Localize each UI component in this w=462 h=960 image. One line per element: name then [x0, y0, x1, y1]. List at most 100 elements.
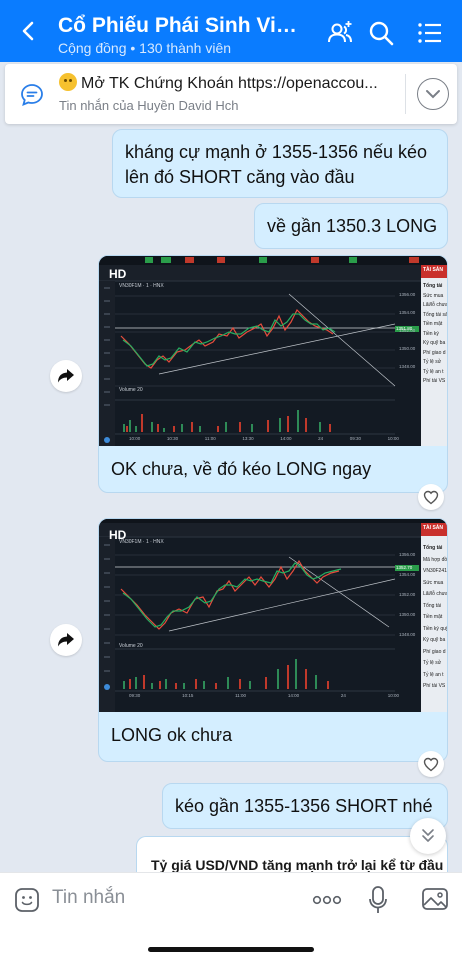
account-row: Ký quỹ ba	[423, 637, 446, 643]
y-tick: 1348.00	[399, 632, 416, 637]
x-tick: 14:00	[280, 436, 292, 441]
preview-title: Tỷ giá USD/VND tăng mạnh trở lại kể từ đ…	[151, 857, 444, 873]
account-row: Phí giao d	[423, 349, 446, 356]
x-tick: 14:00	[287, 693, 300, 698]
more-options-icon[interactable]	[312, 887, 342, 913]
y-tick: 1354.00	[399, 310, 416, 315]
y-tick: 1352.00	[399, 592, 416, 597]
y-tick: 1350.00	[399, 346, 416, 351]
y-axis: 1356.00 1354.00 1352.00 1350.00 1348.00	[399, 286, 421, 376]
message-bubble[interactable]: kháng cự mạnh ở 1355-1356 nếu kéo lên đó…	[112, 129, 448, 198]
react-button[interactable]	[418, 751, 444, 777]
x-tick: 10:30	[166, 436, 179, 441]
image-caption: LONG ok chưa	[111, 725, 233, 745]
y-tick: 1350.00	[399, 612, 416, 617]
chevron-down-icon	[426, 90, 440, 99]
account-row: Tỷ lệ sử	[423, 359, 442, 365]
pinned-message[interactable]: Mở TK Chứng Khoán https://openaccou... T…	[5, 64, 457, 124]
account-row: Sức mua	[423, 579, 444, 586]
y-axis: 1356.00 1354.00 1352.00 1350.00 1348.00	[399, 545, 421, 645]
x-tick: 24	[318, 436, 324, 441]
x-tick: 09:30	[349, 436, 362, 441]
group-title[interactable]: Cổ Phiếu Phái Sinh Vippro...	[58, 14, 308, 38]
x-tick: 11:00	[204, 436, 216, 441]
account-row: Ký quỹ ba	[423, 340, 446, 346]
chart-screenshot[interactable]: HD VN30F1M · 1 · HNX TÀI SẢN Tổng tài Mã…	[99, 519, 448, 712]
chart-image	[99, 519, 447, 712]
account-row: Tiền mặt	[423, 321, 443, 327]
account-row: Tổng tài	[423, 283, 443, 289]
chart-symbol: VN30F1M · 1 · HNX	[119, 539, 164, 545]
x-tick: 10:00	[387, 693, 399, 698]
react-button[interactable]	[418, 484, 444, 510]
account-row: Tiền ký	[423, 330, 439, 337]
image-gallery-icon[interactable]	[421, 886, 449, 912]
message-composer: Tin nhắn	[0, 872, 462, 960]
account-row: Phí giao d	[423, 648, 446, 655]
search-icon[interactable]	[367, 19, 395, 47]
chart-symbol: VN30F1M · 1 · HNX	[119, 283, 164, 289]
pinned-sender: Tin nhắn của Huyền David Hch	[59, 98, 239, 113]
account-row: VN30F241	[423, 568, 447, 574]
message-bubble[interactable]: kéo gần 1355-1356 SHORT nhé	[162, 783, 448, 829]
account-panel: Tổng tài Mã hợp đồ VN30F241 Sức mua Lãi/…	[423, 543, 448, 693]
back-arrow-icon[interactable]	[18, 20, 40, 42]
account-row: Sức mua	[423, 292, 444, 299]
account-row: Tổng tài	[423, 545, 443, 551]
x-tick: 09:30	[129, 693, 141, 698]
double-chevron-down-icon	[422, 829, 434, 842]
forward-button[interactable]	[50, 360, 82, 392]
account-row: Phí tài VS	[423, 378, 446, 384]
x-tick: 13:30	[242, 436, 254, 441]
forward-button[interactable]	[50, 624, 82, 656]
scroll-to-bottom-button[interactable]	[410, 818, 446, 854]
expand-pinned-button[interactable]	[417, 78, 449, 110]
emoji-sticker-icon[interactable]	[14, 887, 40, 913]
account-row: Mã hợp đồ	[423, 556, 448, 563]
y-tick: 1348.00	[399, 364, 416, 369]
account-row: Tiền ký quỹ	[423, 625, 448, 632]
image-caption: OK chưa, về đó kéo LONG ngay	[111, 459, 372, 479]
x-axis: 10:00 10:30 11:00 13:30 14:00 24 09:30 1…	[129, 436, 399, 441]
heart-icon	[423, 490, 439, 505]
image-message[interactable]: HD VN30F1M · 1 · HNX TÀI SẢN Tổng tài Sứ…	[98, 255, 448, 493]
list-menu-icon[interactable]	[416, 19, 444, 47]
message-input[interactable]: Tin nhắn	[52, 887, 125, 909]
link-preview-message[interactable]: Tỷ giá USD/VND tăng mạnh trở lại kể từ đ…	[136, 836, 448, 876]
chart-screenshot[interactable]: HD VN30F1M · 1 · HNX TÀI SẢN Tổng tài Sứ…	[99, 256, 448, 446]
account-panel-title: TÀI SẢN	[423, 525, 443, 531]
account-row: Tổng tài sản	[423, 311, 448, 318]
account-row: Phí tài VS	[423, 683, 446, 689]
microphone-icon[interactable]	[368, 885, 388, 915]
x-tick: 10:00	[387, 436, 399, 441]
message-bubble[interactable]: về gần 1350.3 LONG	[254, 203, 448, 249]
y-tick: 1356.00	[399, 552, 416, 557]
account-row: Tỷ lệ an t	[423, 671, 444, 678]
price-tag: 1351.80	[396, 326, 413, 331]
image-message[interactable]: HD VN30F1M · 1 · HNX TÀI SẢN Tổng tài Mã…	[98, 518, 448, 762]
add-member-icon[interactable]	[326, 19, 354, 47]
home-indicator	[148, 947, 314, 952]
price-tag: 1352.70	[396, 565, 413, 570]
divider	[405, 74, 406, 114]
share-arrow-icon	[58, 633, 74, 647]
pinned-title: Mở TK Chứng Khoán https://openaccou...	[59, 73, 395, 93]
account-row: Lãi/lỗ chưa	[423, 591, 448, 597]
y-tick: 1352.00	[399, 328, 416, 333]
x-tick: 11:00	[235, 693, 247, 698]
volume-label: Volume 20	[119, 643, 143, 649]
account-panel-title: TÀI SẢN	[423, 267, 443, 273]
hd-badge: HD	[109, 267, 127, 281]
group-subtitle: Cộng đồng • 130 thành viên	[58, 40, 232, 56]
y-tick: 1356.00	[399, 292, 416, 297]
x-axis: 09:30 10:15 11:00 14:00 24 10:00	[129, 693, 399, 698]
account-row: Tiền mặt	[423, 614, 443, 620]
share-arrow-icon	[58, 369, 74, 383]
x-tick: 24	[340, 693, 346, 698]
chat-bubble-icon	[21, 84, 43, 107]
account-row: Lãi/lỗ chưa	[423, 302, 448, 308]
x-tick: 10:00	[129, 436, 141, 441]
account-row: Tỷ lệ an t	[423, 368, 444, 375]
account-row: Tổng tài	[423, 602, 442, 609]
account-row: Tỷ lệ sử	[423, 660, 442, 666]
